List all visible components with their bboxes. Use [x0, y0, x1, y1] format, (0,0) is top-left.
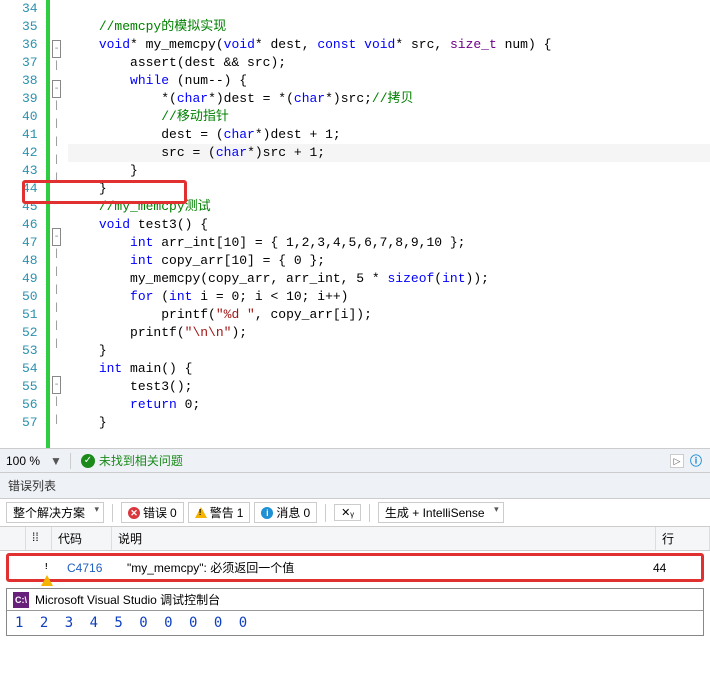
- code-editor: 3435363738394041424344454647484950515253…: [0, 0, 710, 448]
- error-list-title: 错误列表: [0, 473, 710, 499]
- editor-status-bar: 100 % ▼ ✓ 未找到相关问题 ▷ ⓘ: [0, 448, 710, 472]
- warning-icon: [41, 561, 53, 586]
- error-line: 44: [647, 561, 701, 575]
- filter-icon: ✕ᵧ: [341, 506, 354, 519]
- nav-arrow-icon[interactable]: ▷: [670, 454, 684, 468]
- issue-status-text: 未找到相关问题: [99, 452, 183, 469]
- filter-button[interactable]: ✕ᵧ: [334, 504, 361, 521]
- info-icon[interactable]: ⓘ: [690, 452, 702, 469]
- header-line[interactable]: 行: [656, 527, 710, 550]
- console-title-text: Microsoft Visual Studio 调试控制台: [35, 591, 220, 608]
- error-row[interactable]: C4716 "my_memcpy": 必须返回一个值 44: [9, 556, 701, 579]
- scope-dropdown[interactable]: 整个解决方案: [6, 502, 104, 523]
- line-number-gutter: 3435363738394041424344454647484950515253…: [18, 0, 46, 448]
- header-desc[interactable]: 说明: [112, 527, 656, 550]
- error-description: "my_memcpy": 必须返回一个值: [121, 559, 647, 576]
- error-list-toolbar: 整个解决方案 ✕ 错误 0 警告 1 i 消息 0 ✕ᵧ 生成 + Intell…: [0, 499, 710, 527]
- error-grid-header: ⁞⁞ 代码 说明 行: [0, 527, 710, 551]
- error-code: C4716: [61, 561, 121, 575]
- zoom-level[interactable]: 100 %: [0, 454, 46, 468]
- build-mode-dropdown[interactable]: 生成 + IntelliSense: [378, 502, 504, 523]
- header-code[interactable]: 代码: [52, 527, 112, 550]
- messages-count: 0: [303, 506, 310, 520]
- warning-icon: [195, 507, 207, 518]
- header-spacer: [0, 527, 26, 550]
- errors-filter-button[interactable]: ✕ 错误 0: [121, 502, 184, 523]
- vs-console-icon: C:\: [13, 592, 29, 608]
- error-icon: ✕: [128, 507, 140, 519]
- warnings-label: 警告: [210, 504, 234, 521]
- warnings-filter-button[interactable]: 警告 1: [188, 502, 251, 523]
- errors-count: 0: [170, 506, 177, 520]
- info-icon: i: [261, 507, 273, 519]
- annotation-highlight-error-row: C4716 "my_memcpy": 必须返回一个值 44: [6, 553, 704, 582]
- check-icon: ✓: [81, 454, 95, 468]
- console-titlebar[interactable]: C:\ Microsoft Visual Studio 调试控制台: [7, 589, 703, 611]
- console-output[interactable]: 1 2 3 4 5 0 0 0 0 0: [7, 611, 703, 635]
- errors-label: 错误: [143, 504, 167, 521]
- messages-label: 消息: [276, 504, 300, 521]
- error-list-panel: 错误列表 整个解决方案 ✕ 错误 0 警告 1 i 消息 0 ✕ᵧ 生成 + I…: [0, 472, 710, 582]
- debug-console: C:\ Microsoft Visual Studio 调试控制台 1 2 3 …: [6, 588, 704, 636]
- warnings-count: 1: [237, 506, 244, 520]
- fold-gutter[interactable]: -|-|||||-||||||-||: [50, 0, 64, 448]
- breakpoint-gutter[interactable]: [0, 0, 18, 448]
- issue-status[interactable]: ✓ 未找到相关问题: [75, 452, 189, 469]
- messages-filter-button[interactable]: i 消息 0: [254, 502, 317, 523]
- zoom-dropdown-icon[interactable]: ▼: [46, 454, 66, 468]
- header-icon-col[interactable]: ⁞⁞: [26, 527, 52, 550]
- code-area[interactable]: //memcpy的模拟实现 void* my_memcpy(void* dest…: [64, 0, 710, 448]
